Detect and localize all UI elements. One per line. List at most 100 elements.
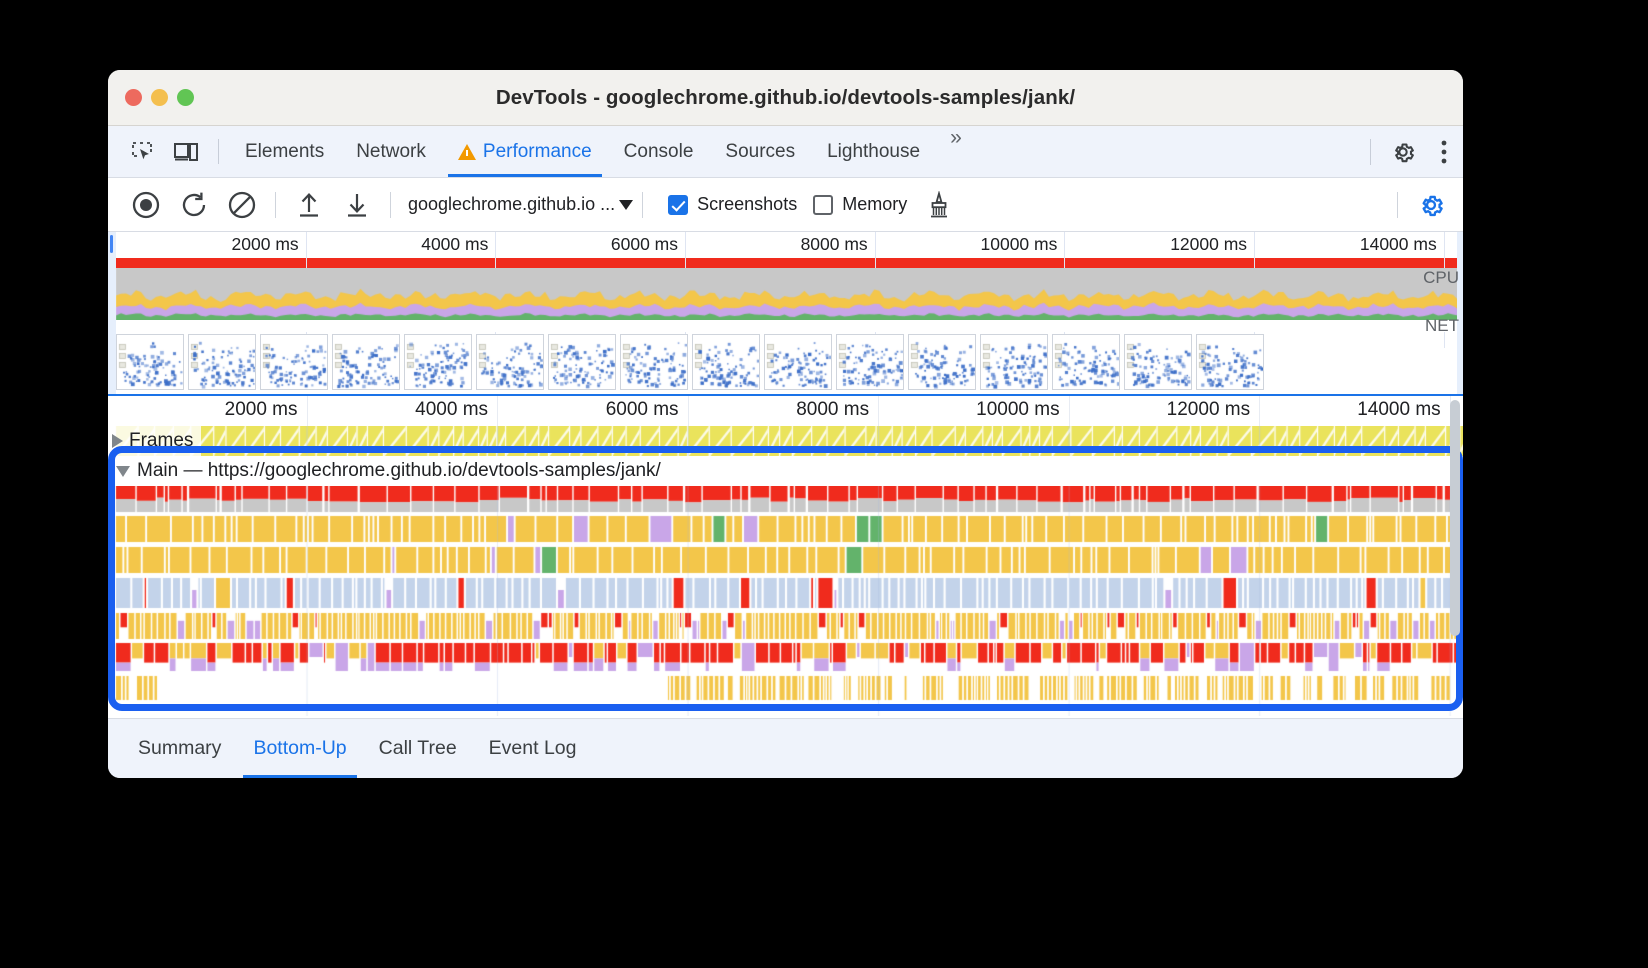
window-title: DevTools - googlechrome.github.io/devtoo… [495,85,1076,109]
flame-tick-label: 8000 ms [796,399,870,420]
filmstrip-thumbnail[interactable] [188,334,256,390]
main-track-header[interactable]: Main — https://googlechrome.github.io/de… [108,456,1463,486]
screenshots-checkbox[interactable]: Screenshots [668,194,797,215]
chevron-down-icon [619,199,634,210]
tab-label: Bottom-Up [253,737,347,759]
filmstrip-thumbnail[interactable] [404,334,472,390]
tab-label: Summary [138,737,222,759]
filmstrip-thumbnail[interactable] [260,334,328,390]
overview-selection-handle-right[interactable] [1457,232,1463,394]
expand-triangle-icon[interactable] [112,434,123,448]
screenshots-label: Screenshots [697,194,798,214]
flame-vertical-scrollbar[interactable] [1450,400,1460,638]
tab-performance[interactable]: Performance [442,126,608,177]
flame-tick-label: 4000 ms [415,399,489,420]
timeline-overview[interactable]: 2000 ms 4000 ms 6000 ms 8000 ms 10000 ms 1200… [108,232,1463,394]
memory-checkbox[interactable]: Memory [813,194,907,215]
tabbar-divider [218,139,219,164]
flame-chart-pane[interactable]: 2000 ms 4000 ms 6000 ms 8000 ms 10000 ms 1200… [108,394,1463,718]
inspect-element-icon[interactable] [120,126,164,177]
overview-net-chart: NET [108,316,1463,335]
cpu-label: CPU [1423,268,1459,287]
filmstrip-thumbnail[interactable] [836,334,904,390]
record-button[interactable] [122,190,170,220]
tab-label: Lighthouse [827,140,921,162]
tab-sources[interactable]: Sources [709,126,811,177]
tab-call-tree[interactable]: Call Tree [363,719,473,778]
device-toolbar-icon[interactable] [164,126,208,177]
overview-time-ruler: 2000 ms 4000 ms 6000 ms 8000 ms 10000 ms 1200… [108,232,1463,348]
toolbar-divider-3 [642,191,644,218]
flame-tick-label: 12000 ms [1166,399,1251,420]
overview-tick-label: 10000 ms [980,234,1058,254]
filmstrip-thumbnail[interactable] [908,334,976,390]
main-track[interactable]: Main — https://googlechrome.github.io/de… [108,456,1463,716]
filmstrip-thumbnail[interactable] [548,334,616,390]
load-profile-icon[interactable] [285,190,333,220]
frames-track-label: Frames [129,430,194,451]
minimize-window-button[interactable] [151,89,168,106]
filmstrip-thumbnail[interactable] [476,334,544,390]
tab-summary[interactable]: Summary [122,719,237,778]
close-window-button[interactable] [125,89,142,106]
tabbar-right-divider [1370,138,1371,165]
kebab-menu-icon[interactable] [1425,139,1463,165]
overview-tick-label: 2000 ms [231,234,299,254]
warning-triangle-icon [457,143,476,160]
collect-garbage-icon[interactable] [915,190,963,219]
details-tabbar: Summary Bottom-Up Call Tree Event Log [108,718,1463,778]
frames-track[interactable]: Frames [108,426,1463,456]
filmstrip-thumbnail[interactable] [980,334,1048,390]
tab-label: Call Tree [378,737,457,759]
tab-label: Sources [725,140,796,162]
filmstrip-thumbnail[interactable] [332,334,400,390]
filmstrip-thumbnail[interactable] [116,334,184,390]
scrollbar-thumb[interactable] [1450,400,1460,636]
filmstrip-thumbnail[interactable] [1196,334,1264,390]
overview-selection-handle-left[interactable] [108,232,116,394]
overview-filmstrip[interactable] [108,332,1463,394]
filmstrip-thumbnail[interactable] [620,334,688,390]
tab-elements[interactable]: Elements [229,126,340,177]
tab-bottom-up[interactable]: Bottom-Up [237,719,362,778]
capture-settings-gear-icon[interactable] [1407,191,1455,219]
tab-label: Console [623,140,694,162]
gear-icon[interactable] [1381,139,1425,165]
url-select-value: googlechrome.github.io ... [408,194,616,214]
window-traffic-lights [125,89,194,106]
clear-button[interactable] [218,190,266,220]
tab-network[interactable]: Network [340,126,442,177]
tab-label: Event Log [488,737,577,759]
overview-tick-label: 8000 ms [800,234,868,254]
toolbar-divider-1 [275,191,276,218]
selection-grip [110,235,113,253]
toolbar-divider-2 [390,191,391,218]
filmstrip-thumbnail[interactable] [1124,334,1192,390]
net-label: NET [1425,316,1459,335]
flame-tick-line [878,396,880,426]
tabbar-right-group [1360,126,1463,177]
filmstrip-thumbnail[interactable] [1052,334,1120,390]
tab-event-log[interactable]: Event Log [473,719,593,778]
flame-tick-line [687,396,689,426]
overview-tick-label: 12000 ms [1170,234,1248,254]
frames-track-header[interactable]: Frames [112,426,202,456]
tab-label: Network [356,140,426,162]
more-tabs-icon[interactable]: » [936,126,973,177]
toolbar-right-group [1388,191,1463,219]
tab-console[interactable]: Console [608,126,710,177]
filmstrip-thumbnail[interactable] [692,334,760,390]
tab-lighthouse[interactable]: Lighthouse [811,126,936,177]
url-select[interactable]: googlechrome.github.io ... [408,194,634,215]
reload-and-record-button[interactable] [170,190,218,220]
flame-tick-label: 2000 ms [224,399,298,420]
main-track-label: Main — https://googlechrome.github.io/de… [137,460,661,481]
collapse-triangle-icon[interactable] [116,465,130,477]
memory-label: Memory [842,194,908,214]
devtools-window: DevTools - googlechrome.github.io/devtoo… [108,70,1463,778]
filmstrip-thumbnail[interactable] [764,334,832,390]
maximize-window-button[interactable] [177,89,194,106]
flame-tick-line [1259,396,1261,426]
save-profile-icon[interactable] [333,190,381,220]
window-titlebar: DevTools - googlechrome.github.io/devtoo… [108,70,1463,126]
